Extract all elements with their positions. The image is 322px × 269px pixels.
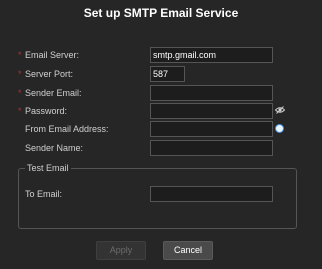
sender-name-input[interactable]	[150, 140, 273, 156]
required-marker: *	[18, 50, 22, 60]
email-server-input[interactable]: smtp.gmail.com	[150, 47, 273, 63]
password-label: Password:	[25, 106, 68, 116]
test-email-group-title: Test Email	[25, 162, 71, 174]
email-server-label: Email Server:	[25, 50, 80, 60]
eye-icon[interactable]	[275, 106, 285, 114]
to-email-row: To Email:	[0, 186, 322, 202]
required-marker: *	[18, 88, 22, 98]
password-row: * Password:	[0, 103, 322, 119]
from-address-input[interactable]	[150, 121, 273, 137]
cancel-button[interactable]: Cancel	[163, 241, 213, 260]
password-input[interactable]	[150, 103, 273, 119]
from-address-label: From Email Address:	[25, 124, 109, 134]
from-address-row: From Email Address:	[0, 121, 322, 137]
server-port-input[interactable]: 587	[150, 66, 185, 82]
to-email-label: To Email:	[25, 189, 63, 199]
to-email-input[interactable]	[150, 186, 273, 202]
server-port-row: * Server Port: 587	[0, 66, 322, 82]
sender-name-label: Sender Name:	[25, 143, 84, 153]
info-dot-icon[interactable]	[276, 125, 283, 132]
dialog-title: Set up SMTP Email Service	[83, 6, 239, 20]
apply-button[interactable]: Apply	[96, 241, 146, 260]
required-marker: *	[18, 69, 22, 79]
sender-email-input[interactable]	[150, 85, 273, 101]
required-marker: *	[18, 106, 22, 116]
sender-name-row: Sender Name:	[0, 140, 322, 156]
sender-email-label: Sender Email:	[25, 88, 82, 98]
email-server-row: * Email Server: smtp.gmail.com	[0, 47, 322, 63]
sender-email-row: * Sender Email:	[0, 85, 322, 101]
server-port-label: Server Port:	[25, 69, 74, 79]
